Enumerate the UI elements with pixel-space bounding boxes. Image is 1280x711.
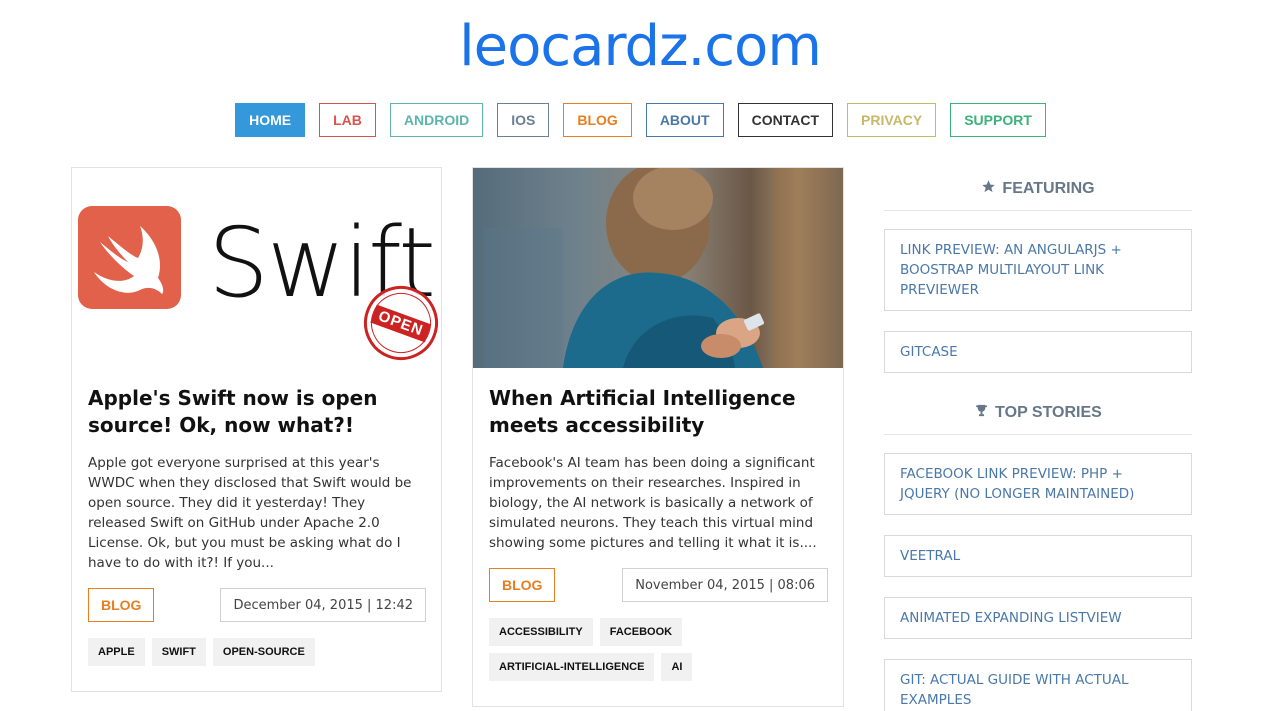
tag-apple[interactable]: APPLE bbox=[88, 638, 145, 666]
tag-artificial-intelligence[interactable]: ARTIFICIAL-INTELLIGENCE bbox=[489, 653, 655, 681]
tag-swift[interactable]: SWIFT bbox=[151, 638, 206, 666]
person-with-phone-photo bbox=[473, 168, 843, 368]
top-stories-heading: TOP STORIES bbox=[884, 391, 1192, 435]
post-card: Swift OPEN Apple's Swift now is open sou… bbox=[71, 167, 442, 692]
post-excerpt: Facebook's AI team has been doing a sign… bbox=[489, 455, 817, 551]
nav-home[interactable]: HOME bbox=[235, 103, 306, 137]
star-icon bbox=[981, 179, 996, 199]
tag-open-source[interactable]: OPEN-SOURCE bbox=[212, 638, 315, 666]
featured-link[interactable]: GITCASE bbox=[884, 331, 1192, 373]
category-button[interactable]: BLOG bbox=[88, 588, 155, 622]
site-logo[interactable]: leocardz.com bbox=[0, 14, 1280, 79]
tag-list: ACCESSIBILITY FACEBOOK ARTIFICIAL-INTELL… bbox=[489, 618, 829, 681]
ai-post-image[interactable] bbox=[473, 168, 843, 368]
nav-privacy[interactable]: PRIVACY bbox=[847, 103, 937, 137]
post-title[interactable]: When Artificial Intelligence meets acces… bbox=[489, 385, 829, 439]
tag-accessibility[interactable]: ACCESSIBILITY bbox=[489, 618, 593, 646]
sidebar: FEATURING LINK PREVIEW: AN ANGULARJS + B… bbox=[884, 167, 1192, 711]
nav-blog[interactable]: BLOG bbox=[563, 103, 632, 137]
nav-lab[interactable]: LAB bbox=[319, 103, 376, 137]
nav-ios[interactable]: IOS bbox=[497, 103, 550, 137]
top-story-link[interactable]: FACEBOOK LINK PREVIEW: PHP + JQUERY (NO … bbox=[884, 453, 1192, 515]
top-stories-title: TOP STORIES bbox=[995, 403, 1102, 421]
category-button[interactable]: BLOG bbox=[489, 568, 556, 602]
nav-android[interactable]: ANDROID bbox=[389, 103, 484, 137]
post-card: When Artificial Intelligence meets acces… bbox=[472, 167, 844, 707]
swift-post-image[interactable]: Swift OPEN bbox=[72, 168, 441, 368]
top-story-link[interactable]: GIT: ACTUAL GUIDE WITH ACTUAL EXAMPLES bbox=[884, 659, 1192, 711]
post-date: December 04, 2015 | 12:42 bbox=[220, 588, 426, 622]
featuring-title: FEATURING bbox=[1002, 179, 1095, 197]
main-nav: HOME LAB ANDROID IOS BLOG ABOUT CONTACT … bbox=[0, 103, 1280, 137]
featuring-heading: FEATURING bbox=[884, 167, 1192, 211]
featured-link[interactable]: LINK PREVIEW: AN ANGULARJS + BOOSTRAP MU… bbox=[884, 229, 1192, 311]
tag-facebook[interactable]: FACEBOOK bbox=[599, 618, 683, 646]
nav-contact[interactable]: CONTACT bbox=[737, 103, 833, 137]
nav-support[interactable]: SUPPORT bbox=[950, 103, 1046, 137]
swift-logo-icon bbox=[78, 206, 181, 309]
tag-ai[interactable]: AI bbox=[661, 653, 693, 681]
post-date: November 04, 2015 | 08:06 bbox=[622, 568, 828, 602]
tag-list: APPLE SWIFT OPEN-SOURCE bbox=[88, 638, 427, 666]
top-story-link[interactable]: VEETRAL bbox=[884, 535, 1192, 577]
post-title[interactable]: Apple's Swift now is open source! Ok, no… bbox=[88, 385, 427, 439]
top-story-link[interactable]: ANIMATED EXPANDING LISTVIEW bbox=[884, 597, 1192, 639]
post-excerpt: Apple got everyone surprised at this yea… bbox=[88, 455, 412, 571]
nav-about[interactable]: ABOUT bbox=[645, 103, 724, 137]
trophy-icon bbox=[974, 403, 989, 423]
